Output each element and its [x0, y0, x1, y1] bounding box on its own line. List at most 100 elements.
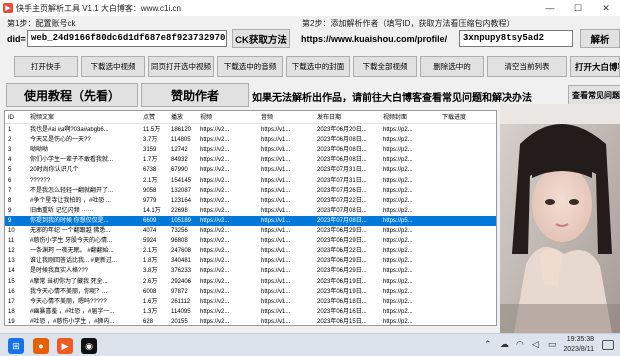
parse-button[interactable]: 解析 [580, 29, 620, 48]
table-cell: 6008 [143, 288, 157, 295]
table-cell: 6609 [143, 217, 157, 224]
speaker-icon[interactable]: ◁ [532, 339, 539, 350]
cloud-icon[interactable]: ☁ [500, 339, 509, 350]
table-cell: https://v2... [200, 127, 230, 133]
clock[interactable]: 19:35:38 2023/8/11 [563, 335, 594, 355]
table-cell: 呦呦呦 [30, 147, 49, 154]
clear-list-button[interactable]: 清空当前列表 [487, 56, 567, 77]
column-header[interactable]: 视频 [200, 113, 258, 123]
table-cell: 8 [8, 197, 12, 204]
table-row[interactable]: 7 不是我怎么轻轻一翻就翻开了... 9058 132087 https://v2...… [5, 186, 496, 196]
table-cell: 1.6万 [143, 298, 158, 305]
table-cell: 16 [8, 288, 15, 295]
table-row[interactable]: 11 #慈伤小学生 牙股今天的心情... 5924 96808 https://v2..… [5, 236, 496, 246]
download-selected-audio-button[interactable]: 下载选中的音频 [217, 56, 283, 77]
close-icon[interactable]: ✕ [592, 0, 620, 16]
table-cell: https://p2... [383, 268, 413, 275]
table-cell: 3159 [143, 147, 157, 154]
table-cell: https://v1... [261, 207, 291, 214]
table-row[interactable]: 9 旧曲重听 记忆闪频 ······ 14.1万 22698 https://v2...… [5, 206, 496, 216]
column-header[interactable]: 播放 [171, 113, 197, 123]
table-row[interactable]: 17 今天心情不美丽，嗯吗????? 1.6万 261112 https://v2...… [5, 297, 496, 307]
column-header[interactable]: 点赞 [143, 113, 169, 123]
sponsor-button[interactable]: 赞助作者 [141, 83, 249, 107]
table-cell: 7 [8, 187, 12, 194]
open-blog-button[interactable]: 打开大白博客 [570, 56, 620, 77]
table-row[interactable]: 18 #幽暴喜羞 ，#吐恐 ，#届字一... 1.3万 114095 https://v… [5, 307, 496, 317]
delete-selected-button[interactable]: 删除选中的 [420, 56, 484, 77]
table-row[interactable]: 1 我也是#ai #a啊?03a#abgb6... 11.5万 186120 https… [5, 125, 496, 135]
get-cookie-button[interactable]: CK获取方法 [232, 29, 290, 48]
open-kuaishou-button[interactable]: 打开快手 [14, 56, 78, 77]
did-input[interactable]: web_24d9166f80dc6d1df687e8f923732970 [27, 30, 227, 47]
table-cell: 2023年06月29日... [317, 268, 367, 275]
battery-icon[interactable]: ▭ [548, 339, 557, 350]
table-row[interactable]: 9 你提到我的时候 你想仅仅是... 6609 105189 https://v2...… [5, 215, 496, 226]
table-cell: https://p2... [383, 308, 413, 315]
maximize-icon[interactable]: ☐ [564, 0, 592, 16]
table-cell: https://v1... [261, 278, 291, 285]
table-cell: 10 [8, 228, 15, 234]
table-cell: https://v1... [261, 228, 291, 234]
table-cell: https://v2... [200, 298, 230, 305]
table-cell: 67990 [171, 167, 188, 174]
table-row[interactable]: 3 呦呦呦 3159 12742 https://v2... https://v1... 2… [5, 145, 496, 155]
table-row[interactable]: 12 一条渊珂 一夜无眠。 #翻翻始... 2.1万 247608 https://v2… [5, 246, 496, 256]
table-cell: 2023年06月29日... [317, 258, 367, 265]
table-row[interactable]: 13 谁让我刚回答话比我... #更新过... 1.8万 340481 https://… [5, 256, 496, 266]
table-cell: https://v2... [200, 278, 230, 285]
column-header[interactable]: ID [8, 113, 28, 123]
chevron-up-icon[interactable]: ⌃ [484, 339, 492, 350]
table-row[interactable]: 2 今天又是伤心的一天?? 3.7万 114805 https://v2... https… [5, 135, 496, 145]
table-row[interactable]: 10 无邪的年纪 一个翻跟越 佛悉... 4074 73256 https://v2..… [5, 226, 496, 236]
table-row[interactable]: 19 #吐恐 ，#慈伤小学生 ，#狮内... 628 20155 https://v2.… [5, 317, 496, 325]
column-header[interactable]: 视频文案 [30, 113, 139, 123]
download-selected-video-button[interactable]: 下载选中视频 [81, 56, 145, 77]
table-cell: 2023年06月20日... [317, 127, 367, 133]
table-cell: 1.3万 [143, 308, 158, 315]
firefox-icon[interactable]: ● [33, 338, 49, 354]
app-taskbar-icon[interactable]: ▶ [57, 338, 73, 354]
open-selected-video-button[interactable]: 同页打开选中视频 [148, 56, 214, 77]
table-row[interactable]: 8 #争个星寺让我拍的 ，#吐恐 ... 9779 123164 https://v2.… [5, 196, 496, 206]
column-header[interactable]: 发布日期 [317, 113, 381, 123]
table-cell: https://p5... [383, 217, 413, 224]
table-cell: 无邪的年纪 一个翻跟越 佛悉... [30, 228, 111, 234]
table-row[interactable]: 14 是时候我真实人格??? 3.8万 376233 https://v2... http… [5, 266, 496, 276]
table-row[interactable]: 6?????? 2.1万 154145 https://v2... https://v1… [5, 176, 496, 186]
table-cell: https://v2... [200, 288, 230, 295]
profile-id-input[interactable]: 3xnpupy8tsy5ad2 [459, 30, 573, 47]
tutorial-button[interactable]: 使用教程（先看） [6, 83, 138, 107]
table-header: ID 视频文案 点赞 播放 视频 音频 发布日期 视频封面 下载进度 [5, 111, 496, 124]
column-header[interactable]: 下载进度 [442, 113, 496, 123]
table-row[interactable]: 16 我今天心情不美丽，你呢？... 6008 97872 https://v2... h… [5, 287, 496, 297]
title-bar: ▶ 快手主页解析工具 V1.1 大白博客：www.c1i.cn — ☐ ✕ [0, 0, 620, 16]
start-icon[interactable]: ⊞ [8, 338, 24, 354]
wifi-icon[interactable]: ◠ [516, 339, 524, 350]
table-cell: 12 [8, 248, 15, 255]
penguin-icon[interactable]: ◉ [81, 338, 97, 354]
table-cell: https://v2... [200, 207, 230, 214]
table-cell: 旧曲重听 记忆闪频 ······ [30, 207, 94, 214]
table-cell: 6738 [143, 167, 157, 174]
column-header[interactable]: 音频 [261, 113, 315, 123]
table-cell: https://p2... [383, 137, 413, 144]
table-cell: 4 [8, 157, 12, 164]
table-cell: 3 [8, 147, 12, 154]
table-cell: 19 [8, 318, 15, 325]
table-cell: 9779 [143, 197, 157, 204]
table-row[interactable]: 4 你们小学生一辈子不敢看我就... 1.7万 84932 https://v2... h… [5, 155, 496, 165]
table-cell: 2023年06月08日... [317, 147, 367, 154]
table-cell: 2023年07月08日... [317, 217, 367, 224]
table-row[interactable]: 15 #摩常 当初你为了藏我 死全... 2.6万 292406 https://v2.… [5, 277, 496, 287]
minimize-icon[interactable]: — [536, 0, 564, 16]
download-all-videos-button[interactable]: 下载全部视频 [353, 56, 417, 77]
notification-icon[interactable] [602, 340, 614, 350]
column-header[interactable]: 视频封面 [383, 113, 439, 123]
table-row[interactable]: 5 20时尚你认识几个 6738 67990 https://v2... https://… [5, 165, 496, 175]
faq-button[interactable]: 查看常见问题 [568, 85, 620, 106]
table-cell: 2023年06月15日... [317, 318, 367, 325]
table-cell: https://v1... [261, 298, 291, 305]
download-selected-cover-button[interactable]: 下载选中的封面 [286, 56, 350, 77]
table-cell: https://v2... [200, 217, 230, 224]
